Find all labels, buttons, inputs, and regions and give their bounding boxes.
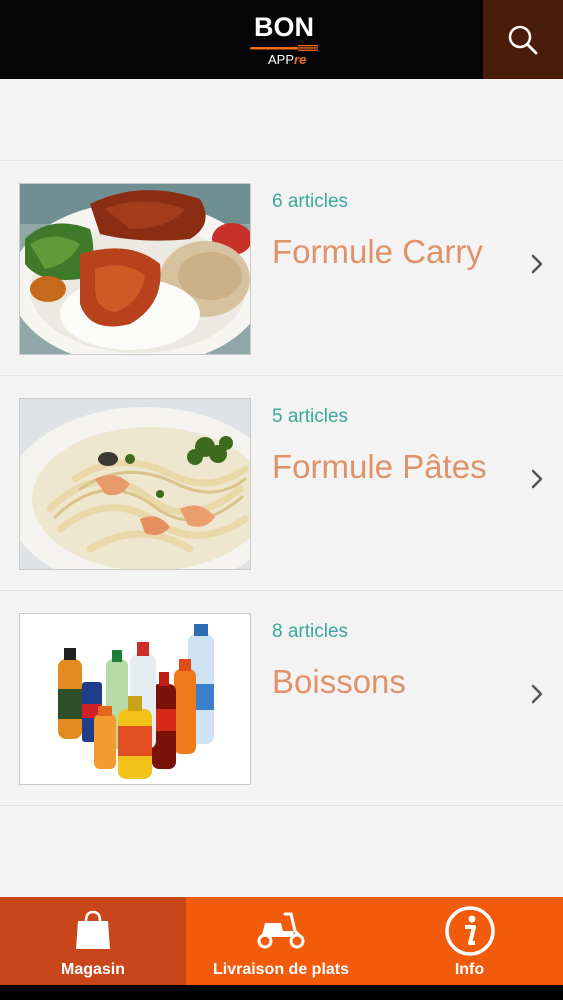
search-icon: [508, 25, 538, 54]
app-screen: BON APPre 6 articles Formule Carry 5 art…: [0, 0, 563, 1000]
category-title: Formule Carry: [272, 233, 483, 270]
category-list: 6 articles Formule Carry 5 articles Form…: [0, 161, 563, 806]
curry-plate-image: [19, 183, 251, 355]
category-count: 6 articles: [272, 191, 349, 212]
app-header: BON APPre: [0, 0, 563, 79]
screen-bottom-edge: [0, 985, 563, 1000]
shopping-bag-icon: [76, 910, 110, 949]
tab-label: Livraison de plats: [212, 961, 350, 978]
category-item-formule-pates[interactable]: 5 articles Formule Pâtes: [0, 376, 563, 591]
tab-label: Magasin: [60, 961, 125, 978]
category-item-formule-carry[interactable]: 6 articles Formule Carry: [0, 161, 563, 376]
fork-logo-mark: [250, 45, 318, 51]
category-count: 5 articles: [272, 406, 349, 427]
tab-livraison[interactable]: Livraison de plats: [186, 897, 376, 985]
logo-sub-text: APPre: [268, 52, 306, 68]
chevron-right-icon: [531, 684, 543, 704]
info-icon: [444, 906, 495, 956]
search-button[interactable]: [483, 0, 563, 79]
drinks-bottles-image: [19, 613, 251, 785]
category-item-boissons[interactable]: 8 articles Boissons: [0, 591, 563, 806]
logo-main-text: BON: [254, 12, 314, 42]
category-count: 8 articles: [272, 621, 349, 642]
bottom-tab-bar: Magasin Livraison de plats Info: [0, 897, 563, 985]
tab-magasin[interactable]: Magasin: [0, 897, 186, 985]
header-spacer: [0, 79, 563, 161]
category-title: Boissons: [272, 663, 406, 700]
logo-sub-prefix: APP: [268, 52, 295, 67]
chevron-right-icon: [531, 254, 543, 274]
logo-sub-accent: re: [294, 52, 307, 67]
brand-logo[interactable]: BON APPre: [246, 12, 322, 70]
scooter-icon: [257, 912, 305, 949]
chevron-right-icon: [531, 469, 543, 489]
tab-label: Info: [454, 961, 485, 978]
tab-info[interactable]: Info: [376, 897, 563, 985]
pasta-plate-image: [19, 398, 251, 570]
category-title: Formule Pâtes: [272, 448, 487, 485]
